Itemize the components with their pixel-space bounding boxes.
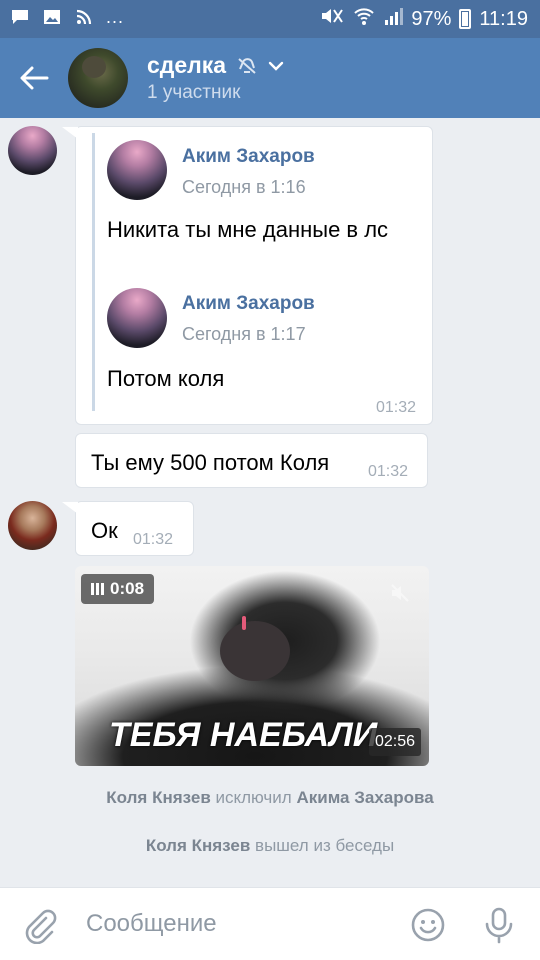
signal-icon (383, 6, 404, 32)
chat-title[interactable]: сделка (147, 52, 284, 79)
back-button[interactable] (16, 60, 52, 96)
video-thumbnail-face (220, 621, 290, 681)
service-action: вышел из беседы (255, 836, 395, 855)
clock: 11:19 (479, 7, 528, 30)
mute-icon (319, 6, 345, 32)
service-action: исключил (215, 788, 292, 807)
status-icons: 97% 11:19 (319, 6, 528, 32)
chat-header: сделка 1 участник (0, 38, 540, 118)
service-actor[interactable]: Коля Князев (106, 788, 210, 807)
rss-notification-icon (74, 8, 94, 26)
notification-icons: ... (10, 8, 124, 26)
muted-notifications-icon (238, 57, 256, 74)
message-bubble[interactable]: Ты ему 500 потом Коля 01:32 (75, 433, 428, 488)
forwarded-time: Сегодня в 1:16 (182, 177, 306, 197)
more-notifications: ... (106, 7, 125, 27)
service-message: Коля Князев исключил Акима Захарова (0, 788, 540, 808)
forwarded-text: Никита ты мне данные в лс (107, 217, 389, 242)
chevron-down-icon (268, 61, 284, 71)
video-duration-badge: 0:08 (81, 574, 155, 604)
chat-avatar[interactable] (68, 48, 128, 108)
message-input[interactable] (86, 906, 386, 942)
gallery-notification-icon (42, 8, 62, 26)
battery-percent: 97% (411, 7, 452, 30)
battery-icon (459, 9, 472, 29)
arrow-left-icon (20, 66, 49, 90)
forwarded-author-name[interactable]: Аким Захаров (182, 293, 315, 315)
chat-title-text: сделка (147, 52, 227, 78)
video-thumbnail-detail (242, 616, 246, 630)
chat-notification-icon (10, 8, 30, 26)
message-bubble[interactable]: Ок 01:32 (62, 501, 194, 556)
message-bubble[interactable]: Аким Захаров Сегодня в 1:16 Никита ты мн… (62, 126, 433, 425)
video-attachment[interactable]: 0:08 ТЕБЯ НАЕБАЛИ 02:56 (75, 566, 429, 766)
sender-avatar[interactable] (8, 126, 57, 175)
video-caption: ТЕБЯ НАЕБАЛИ (109, 716, 378, 754)
forwarded-author-avatar (107, 140, 167, 200)
sender-avatar[interactable] (8, 501, 57, 550)
message-text: Ок (91, 518, 118, 543)
video-duration: 0:08 (110, 579, 145, 598)
emoji-icon[interactable] (410, 907, 446, 943)
forward-line (92, 133, 95, 411)
service-target[interactable]: Акима Захарова (296, 788, 433, 807)
wifi-icon (353, 6, 375, 32)
message-text: Ты ему 500 потом Коля (91, 450, 330, 475)
message-time: 01:32 (368, 463, 409, 480)
status-bar: ... 97% 11:19 (0, 0, 540, 38)
forwarded-text: Потом коля (107, 366, 225, 391)
forwarded-time: Сегодня в 1:17 (182, 324, 306, 344)
forwarded-author-name[interactable]: Аким Захаров (182, 146, 315, 168)
service-message: Коля Князев вышел из беседы (0, 836, 540, 856)
message-composer (0, 887, 540, 960)
message-time: 01:32 (375, 399, 416, 416)
message-time: 01:32 (133, 531, 174, 548)
microphone-icon[interactable] (481, 906, 517, 944)
message-time: 02:56 (368, 728, 421, 756)
forwarded-author-avatar (107, 288, 167, 348)
muted-sound-icon[interactable] (389, 582, 411, 604)
gif-bars-icon (91, 583, 104, 595)
attach-icon[interactable] (22, 908, 58, 944)
chat-subtitle: 1 участник (147, 82, 241, 103)
service-actor[interactable]: Коля Князев (146, 836, 250, 855)
